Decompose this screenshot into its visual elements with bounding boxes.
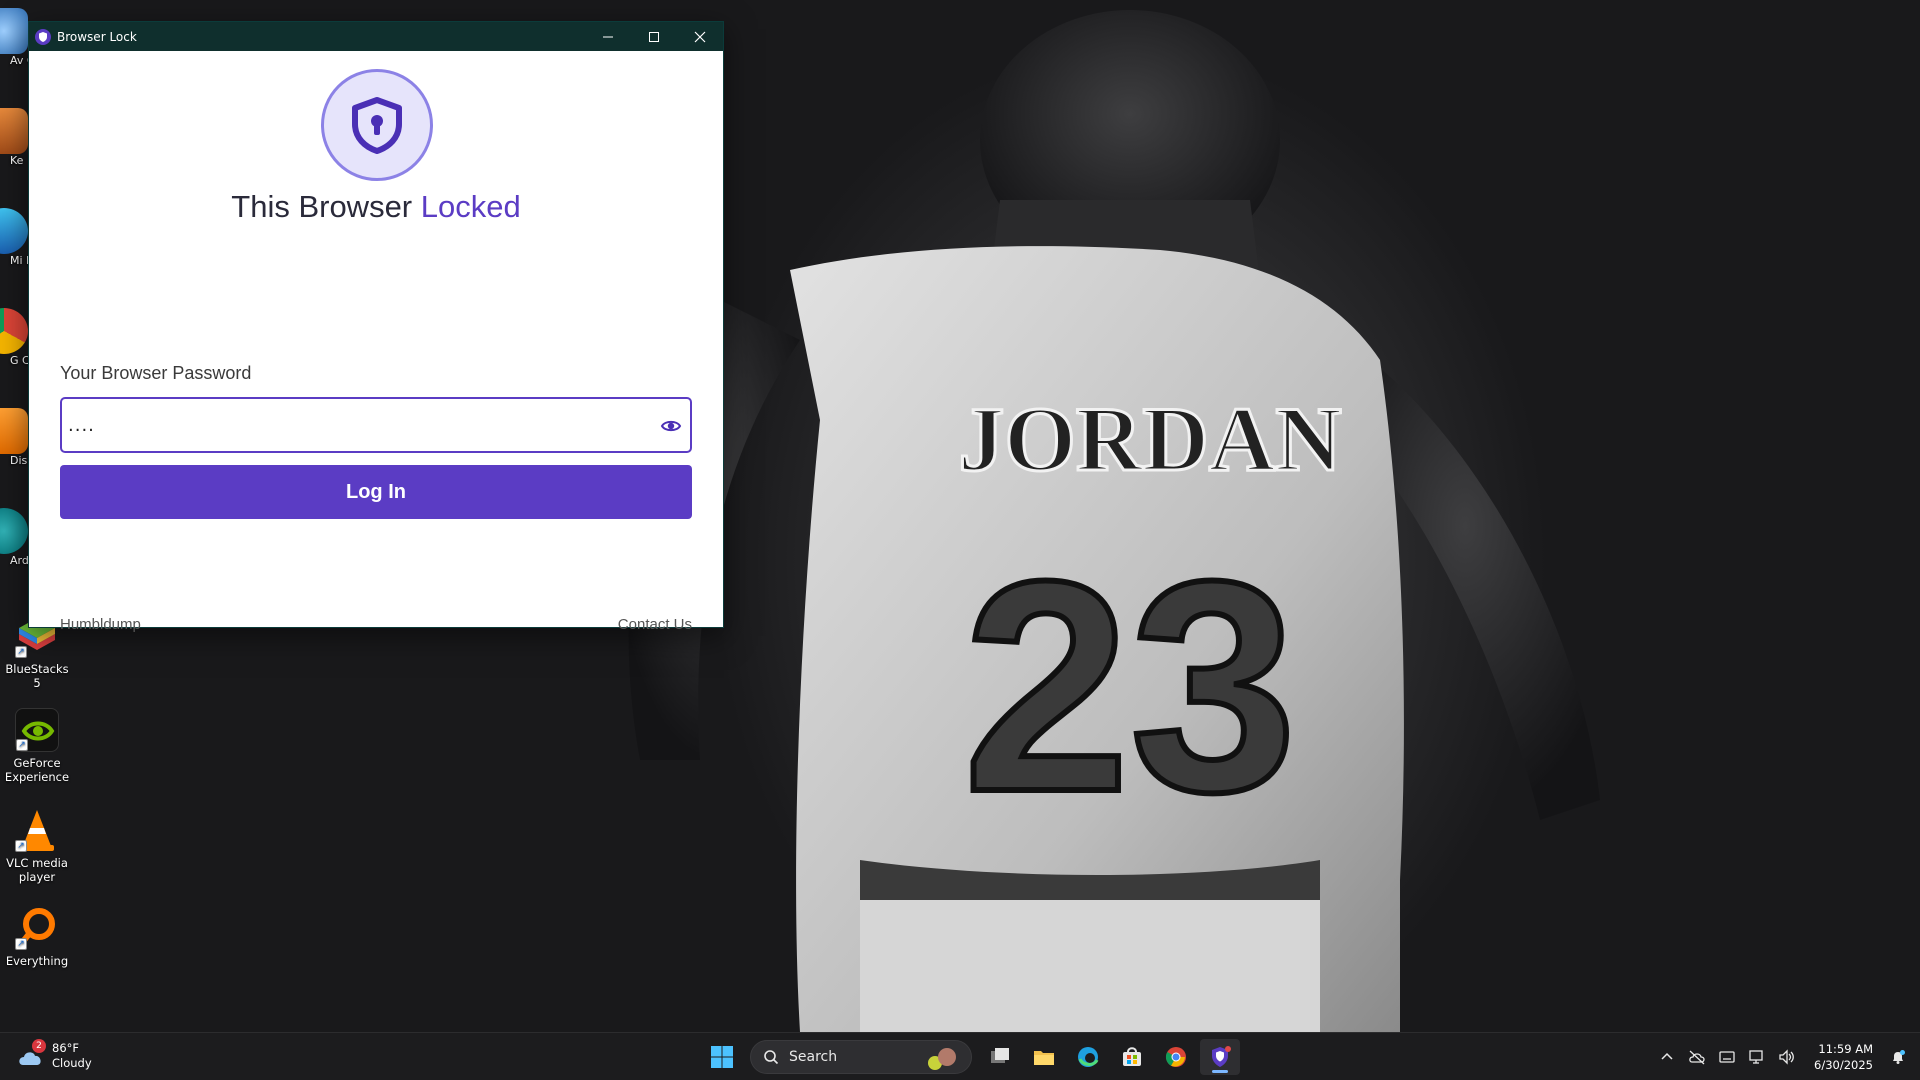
- speaker-icon: [1779, 1049, 1794, 1065]
- page-title-prefix: This Browser: [231, 189, 421, 224]
- password-field[interactable]: [60, 397, 692, 453]
- app-icon: [0, 408, 28, 454]
- taskbar-apps: Search: [700, 1039, 1242, 1075]
- chrome-icon: [0, 308, 28, 354]
- store-icon: [1123, 1047, 1141, 1066]
- desktop-icon-label: GeForce Experience: [4, 756, 70, 784]
- lock-badge: [321, 69, 433, 181]
- desktop-icon-partial-5[interactable]: Dis: [0, 408, 28, 478]
- desktop-icon-vlc[interactable]: ↗ VLC media player: [0, 808, 74, 884]
- everything-search-icon: ↗: [15, 906, 59, 950]
- search-icon: [764, 1050, 779, 1065]
- desktop-icon-label: Ke: [10, 154, 24, 167]
- network-button[interactable]: [1743, 1043, 1771, 1071]
- cloud-offline-icon: [1689, 1050, 1705, 1065]
- bell-icon: [1893, 1050, 1905, 1064]
- maximize-button[interactable]: [631, 22, 677, 51]
- vlc-cone-icon: ↗: [15, 808, 59, 852]
- jersey-number: 23: [963, 518, 1297, 854]
- password-input[interactable]: [68, 409, 628, 441]
- system-tray: 11:59 AM 6/30/2025: [1652, 1033, 1920, 1080]
- desktop-icon-label: Dis: [10, 454, 28, 467]
- desktop-icon-everything[interactable]: ↗ Everything: [0, 906, 74, 968]
- chevron-up-icon: [1661, 1052, 1673, 1060]
- taskbar-search[interactable]: Search: [750, 1040, 972, 1074]
- desktop-icon-label: VLC media player: [6, 856, 68, 884]
- store-button[interactable]: [1112, 1039, 1152, 1075]
- edge-icon: [0, 208, 28, 254]
- touch-keyboard-button[interactable]: [1713, 1043, 1741, 1071]
- taskbar: 2 86°F Cloudy Search 11:59 AM 6/30/2025: [0, 1032, 1920, 1080]
- keyboard-icon: [1719, 1051, 1735, 1063]
- search-highlight-icon: [928, 1048, 956, 1070]
- weather-notification-badge: 2: [32, 1039, 46, 1053]
- active-indicator: [1212, 1070, 1228, 1073]
- browser-lock-window: Browser Lock This Browser Locked Your Br…: [28, 21, 724, 633]
- desktop-icon-partial-2[interactable]: Ke: [0, 108, 28, 188]
- browser-lock-taskbar-button[interactable]: [1200, 1039, 1240, 1075]
- task-view-button[interactable]: [980, 1039, 1020, 1075]
- shortcut-arrow-icon: ↗: [16, 739, 28, 751]
- chrome-button[interactable]: [1156, 1039, 1196, 1075]
- weather-temp: 86°F: [52, 1041, 79, 1055]
- weather-widget[interactable]: 2 86°F Cloudy: [16, 1039, 92, 1071]
- taskbar-clock[interactable]: 11:59 AM 6/30/2025: [1814, 1041, 1873, 1073]
- shield-lock-icon: [352, 97, 402, 154]
- desktop-icon-geforce[interactable]: ↗ GeForce Experience: [0, 708, 74, 784]
- shield-app-icon: [1212, 1046, 1231, 1067]
- window-title: Browser Lock: [57, 29, 137, 44]
- window-content: This Browser Locked Your Browser Passwor…: [29, 51, 723, 633]
- arduino-icon: [0, 508, 28, 554]
- shortcut-arrow-icon: ↗: [15, 840, 27, 852]
- desktop-icon-label: Av Ch: [10, 54, 28, 67]
- jersey-name: JORDAN: [958, 388, 1341, 490]
- footer-brand-link[interactable]: Humbldump: [60, 616, 141, 633]
- minimize-icon: [603, 36, 613, 37]
- edge-button[interactable]: [1068, 1039, 1108, 1075]
- desktop-icon-partial-3[interactable]: Mi E: [0, 208, 28, 288]
- notifications-button[interactable]: [1884, 1043, 1912, 1071]
- app-icon: [0, 8, 28, 54]
- chrome-icon: [1165, 1047, 1186, 1067]
- desktop-icon-label: G Ch: [10, 354, 28, 367]
- password-label: Your Browser Password: [60, 363, 252, 383]
- shortcut-arrow-icon: ↗: [15, 646, 27, 658]
- show-hidden-icons-button[interactable]: [1653, 1043, 1681, 1071]
- shortcut-arrow-icon: ↗: [15, 938, 27, 950]
- onedrive-button[interactable]: [1683, 1043, 1711, 1071]
- window-titlebar[interactable]: Browser Lock: [29, 22, 723, 51]
- file-explorer-button[interactable]: [1024, 1039, 1064, 1075]
- desktop-icon-label: BlueStacks 5: [5, 662, 69, 690]
- nvidia-icon: ↗: [15, 708, 59, 752]
- desktop-icon-label: Everything: [5, 954, 69, 968]
- contact-us-link[interactable]: Contact Us: [618, 616, 692, 633]
- close-button[interactable]: [677, 22, 723, 51]
- folder-icon: [1034, 1051, 1054, 1065]
- volume-button[interactable]: [1773, 1043, 1801, 1071]
- edge-icon: [1078, 1047, 1099, 1067]
- maximize-icon: [649, 31, 659, 42]
- desktop-icon-partial-1[interactable]: Av Ch: [0, 8, 28, 88]
- clock-time: 11:59 AM: [1818, 1042, 1873, 1056]
- desktop-icon-partial-6[interactable]: Ardu: [0, 508, 28, 578]
- page-title: This Browser Locked: [29, 189, 723, 225]
- shield-app-icon: [35, 28, 51, 45]
- task-view-icon: [991, 1048, 1009, 1063]
- app-icon: [0, 108, 28, 154]
- windows-logo-icon: [711, 1046, 733, 1068]
- desktop-icon-label: Mi E: [10, 254, 28, 267]
- search-label: Search: [789, 1049, 838, 1065]
- login-button[interactable]: Log In: [60, 465, 692, 519]
- start-button[interactable]: [702, 1039, 742, 1075]
- desktop-icon-label: Ardu: [10, 554, 28, 567]
- page-title-accent: Locked: [420, 189, 521, 224]
- close-icon: [694, 31, 706, 42]
- weather-desc: Cloudy: [52, 1056, 92, 1070]
- clock-date: 6/30/2025: [1814, 1058, 1873, 1072]
- desktop-icon-partial-4[interactable]: G Ch: [0, 308, 28, 388]
- network-icon: [1749, 1050, 1763, 1064]
- minimize-button[interactable]: [585, 22, 631, 51]
- cloud-icon: 2: [16, 1039, 46, 1069]
- eye-icon[interactable]: [660, 415, 682, 437]
